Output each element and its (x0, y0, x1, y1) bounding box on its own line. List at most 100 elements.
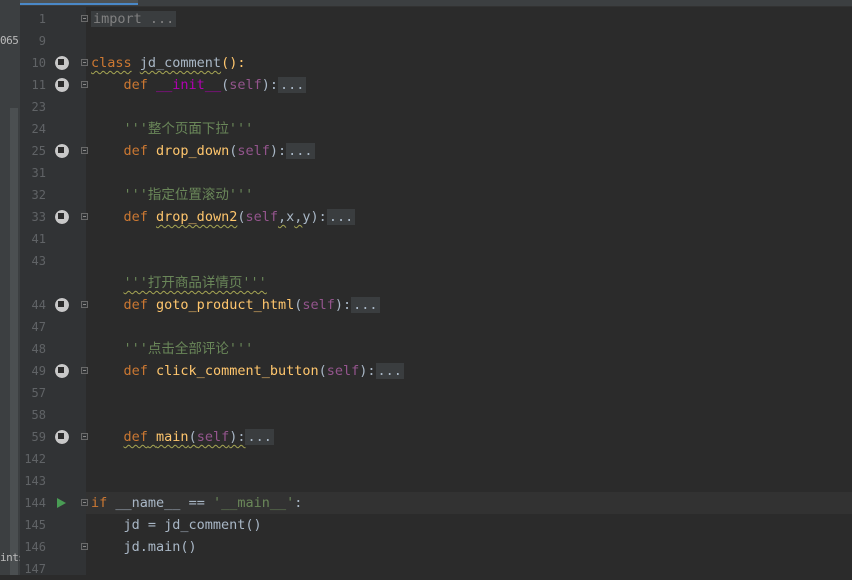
line-number: 145 (24, 518, 46, 532)
fold-toggle-icon[interactable] (81, 147, 88, 154)
self-param: self (245, 209, 278, 225)
keyword: class (91, 55, 132, 71)
line-number: 10 (31, 56, 46, 70)
override-method-icon[interactable] (54, 297, 70, 313)
code-line-docstring[interactable]: '''整个页面下拉''' (91, 118, 254, 140)
code-line-import[interactable]: import ... (91, 8, 177, 30)
run-icon[interactable] (57, 498, 66, 508)
code-line-drop-down[interactable]: def drop_down(self):... (91, 140, 315, 162)
punct: ( (221, 77, 230, 93)
override-method-icon[interactable] (54, 77, 70, 93)
code-line-call[interactable]: jd.main() (91, 536, 197, 558)
code-line-docstring[interactable]: '''指定位置滚动''' (91, 184, 254, 206)
line-number: 1 (38, 12, 46, 26)
keyword: def (123, 143, 148, 159)
fold-toggle-icon[interactable] (81, 59, 88, 66)
string: '__main__' (212, 495, 295, 511)
keyword: def (123, 363, 148, 379)
statement: jd.main() (123, 539, 197, 555)
code-line-docstring[interactable]: '''点击全部评论''' (91, 338, 254, 360)
fold-toggle-icon[interactable] (81, 301, 88, 308)
code-line-click-comment[interactable]: def click_comment_button(self):... (91, 360, 404, 382)
fold-toggle-icon[interactable] (81, 81, 88, 88)
line-number: 58 (31, 408, 46, 422)
code-line-drop-down2[interactable]: def drop_down2(self,x,y):... (91, 206, 356, 228)
active-tab-indicator (20, 3, 138, 5)
line-number: 11 (31, 78, 46, 92)
punct: ( (188, 429, 197, 445)
keyword: def (123, 429, 148, 445)
fold-toggle-icon[interactable] (81, 543, 88, 550)
override-method-icon[interactable] (54, 143, 70, 159)
folded-body[interactable]: ... (278, 77, 307, 93)
punct: ): (269, 143, 287, 159)
code-line-docstring[interactable]: '''打开商品详情页''' (91, 272, 267, 294)
line-number: 24 (31, 122, 46, 136)
function-name: __init__ (156, 77, 222, 93)
self-param: self (196, 429, 230, 445)
code-line-init[interactable]: def __init__(self):... (91, 74, 307, 96)
docstring: '''整个页面下拉''' (123, 121, 254, 137)
folded-body[interactable]: ... (326, 209, 356, 225)
line-number: 41 (31, 232, 46, 246)
folded-body[interactable]: ... (245, 429, 274, 445)
line-number: 33 (31, 210, 46, 224)
class-rest: (): (221, 55, 246, 71)
implemented-method-icon[interactable] (54, 55, 70, 71)
line-number: 146 (24, 540, 46, 554)
code-line-assign[interactable]: jd = jd_comment() (91, 514, 262, 536)
function-name: goto_product_html (156, 297, 295, 313)
line-number: 48 (31, 342, 46, 356)
editor-tab-active[interactable] (20, 0, 138, 5)
punct: , (277, 209, 287, 225)
keyword: def (123, 297, 148, 313)
line-number: 44 (31, 298, 46, 312)
project-panel-stub-bottom: ints (0, 551, 20, 564)
fold-toggle-icon[interactable] (81, 433, 88, 440)
line-number: 31 (31, 166, 46, 180)
line-number: 59 (31, 430, 46, 444)
self-param: self (302, 297, 335, 313)
line-number: 143 (24, 474, 46, 488)
function-name: click_comment_button (156, 363, 319, 379)
editor-tab-strip (20, 0, 852, 7)
punct: ): (334, 297, 352, 313)
class-name: jd_comment (139, 55, 222, 71)
line-number: 142 (24, 452, 46, 466)
punct: ): (261, 77, 278, 93)
function-name: drop_down (156, 143, 230, 159)
self-param: self (229, 77, 262, 93)
line-number: 32 (31, 188, 46, 202)
fold-toggle-icon[interactable] (81, 499, 88, 506)
folded-body[interactable]: ... (286, 143, 315, 159)
function-name: main (156, 429, 189, 445)
punct: ): (359, 363, 376, 379)
punct: ( (318, 363, 327, 379)
line-number: 9 (38, 34, 46, 48)
statement: jd = jd_comment() (123, 517, 262, 533)
line-number: 147 (24, 562, 46, 576)
param-y: y (302, 209, 311, 225)
keyword: if (91, 495, 108, 511)
override-method-icon[interactable] (54, 209, 70, 225)
line-number: 49 (31, 364, 46, 378)
code-line-class[interactable]: class jd_comment(): (91, 52, 245, 74)
line-number: 23 (31, 100, 46, 114)
folded-imports[interactable]: import ... (91, 11, 177, 27)
override-method-icon[interactable] (54, 429, 70, 445)
project-panel-scrollbar[interactable] (10, 108, 18, 575)
docstring: '''点击全部评论''' (123, 341, 254, 357)
keyword: def (123, 209, 148, 225)
self-param: self (326, 363, 360, 379)
fold-toggle-icon[interactable] (81, 15, 88, 22)
code-line-goto-product[interactable]: def goto_product_html(self):... (91, 294, 380, 316)
override-method-icon[interactable] (54, 363, 70, 379)
fold-toggle-icon[interactable] (81, 213, 88, 220)
fold-toggle-icon[interactable] (81, 367, 88, 374)
function-name: drop_down2 (156, 209, 238, 225)
folded-body[interactable]: ... (351, 297, 380, 313)
docstring: '''指定位置滚动''' (123, 187, 254, 203)
code-line-if-main[interactable]: if __name__ == '__main__': (91, 492, 302, 514)
code-line-main-def[interactable]: def main(self):... (91, 426, 274, 448)
folded-body[interactable]: ... (375, 363, 404, 379)
